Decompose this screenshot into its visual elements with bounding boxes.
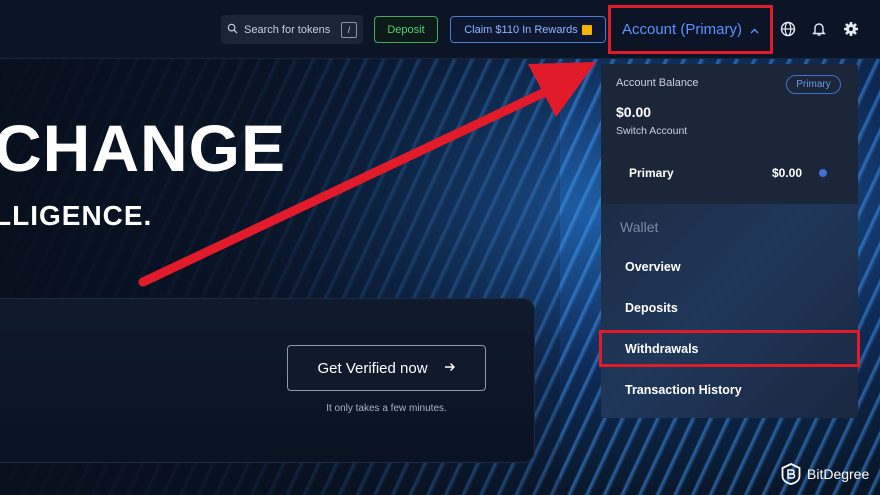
search-icon	[227, 23, 238, 37]
bitdegree-logo-icon	[781, 463, 801, 485]
switch-account-label: Switch Account	[616, 125, 688, 137]
account-row-primary[interactable]: Primary $0.00	[601, 154, 858, 190]
menu-item-deposits[interactable]: Deposits	[625, 301, 678, 315]
account-row-name: Primary	[629, 166, 674, 180]
gear-icon[interactable]	[843, 21, 859, 37]
account-balance-value: $0.00	[616, 104, 652, 120]
account-row-amount: $0.00	[772, 166, 803, 180]
verify-note: It only takes a few minutes.	[326, 403, 447, 414]
arrow-right-icon	[444, 360, 456, 377]
menu-item-transaction-history[interactable]: Transaction History	[625, 383, 742, 397]
menu-item-overview[interactable]: Overview	[625, 260, 681, 274]
hero-subtitle: LLIGENCE.	[0, 200, 153, 231]
search-placeholder: Search for tokens	[244, 23, 331, 36]
withdrawals-highlight-box	[599, 330, 860, 367]
globe-icon[interactable]	[780, 21, 796, 37]
claim-rewards-label: Claim $110 In Rewards	[464, 23, 578, 36]
account-highlight-box	[608, 5, 773, 54]
gift-icon	[581, 24, 592, 35]
get-verified-button[interactable]: Get Verified now	[287, 345, 486, 391]
bell-icon[interactable]	[811, 21, 827, 37]
claim-rewards-button[interactable]: Claim $110 In Rewards	[450, 16, 606, 43]
search-input[interactable]: Search for tokens /	[221, 15, 363, 44]
selected-account-dot	[819, 169, 827, 177]
hero-title: CHANGE	[0, 111, 287, 185]
account-balance-label: Account Balance	[616, 77, 699, 89]
wallet-label: Wallet	[620, 219, 659, 235]
bitdegree-watermark: BitDegree	[781, 463, 869, 485]
primary-badge: Primary	[786, 75, 841, 94]
search-shortcut-key: /	[341, 21, 357, 38]
deposit-button[interactable]: Deposit	[374, 16, 438, 43]
get-verified-label: Get Verified now	[317, 359, 428, 377]
watermark-text: BitDegree	[807, 466, 870, 482]
